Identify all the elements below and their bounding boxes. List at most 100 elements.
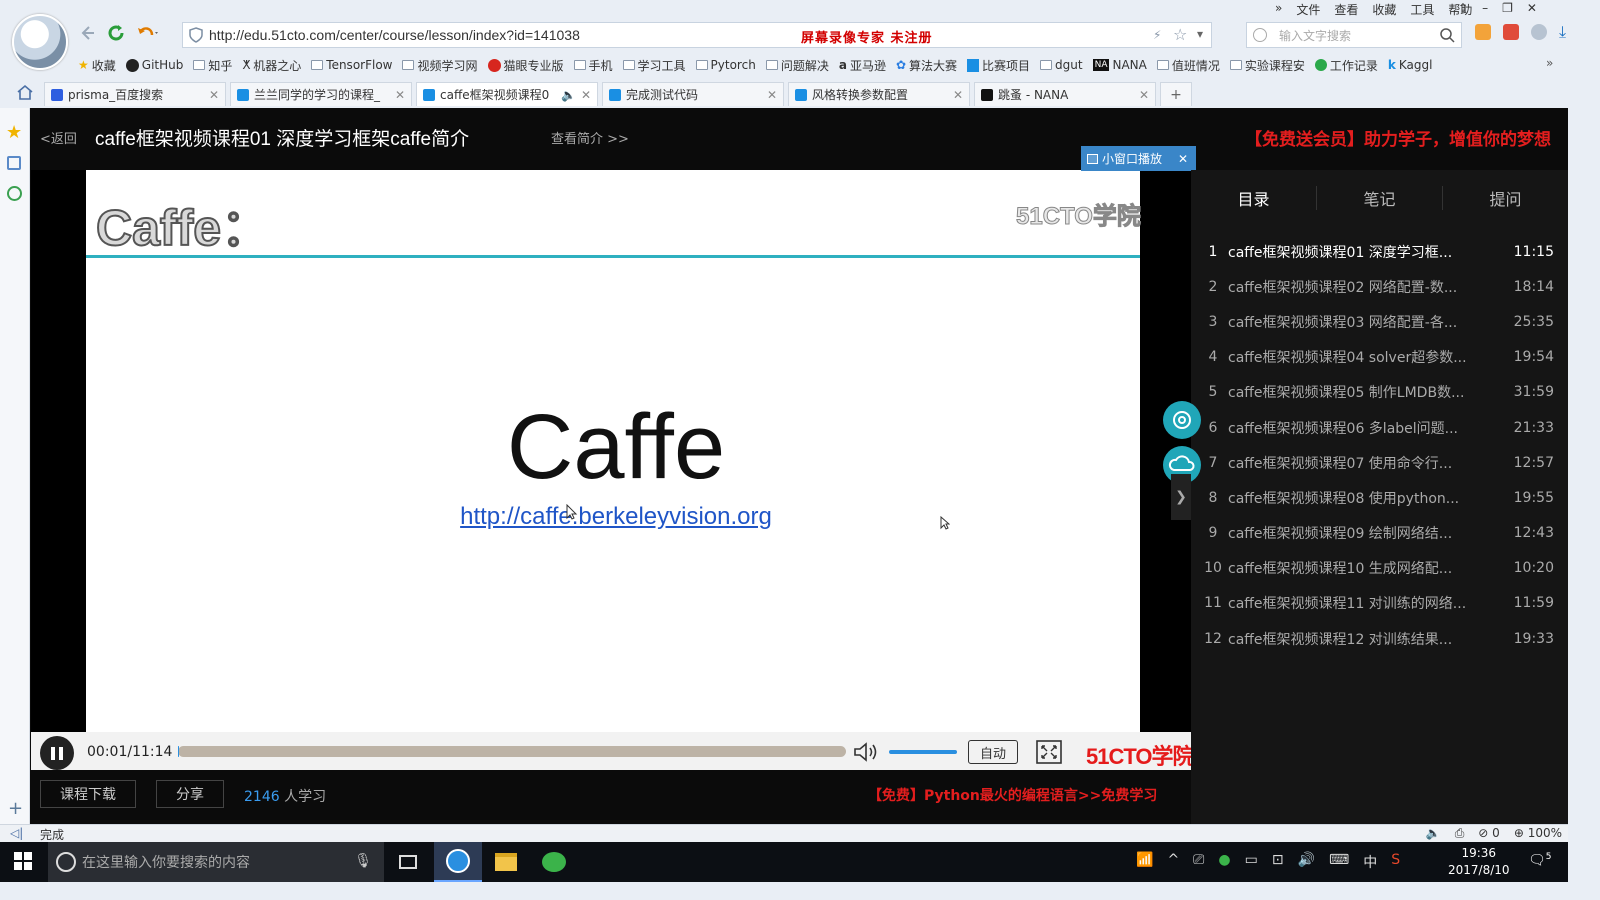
tab-prisma[interactable]: prisma_百度搜索 ✕ xyxy=(44,82,226,106)
bookmark-dgut[interactable]: dgut xyxy=(1040,58,1083,72)
bookmark-pytorch[interactable]: Pytorch xyxy=(695,58,756,72)
bookmark-competition[interactable]: 比赛项目 xyxy=(967,57,1030,74)
back-link[interactable]: <返回 xyxy=(40,128,77,147)
pause-button[interactable] xyxy=(40,736,74,770)
extension-icon[interactable] xyxy=(1475,24,1491,40)
lesson-item[interactable]: 5 caffe框架视频课程05 制作LMDB数... 31:59 xyxy=(1198,375,1560,410)
network-icon[interactable]: ⊡ xyxy=(1272,852,1284,872)
panel-collapse-icon[interactable]: ❯ xyxy=(1171,474,1191,520)
speaker-icon[interactable]: 🔈 xyxy=(1426,826,1441,841)
minimize-icon[interactable]: – xyxy=(1482,1,1488,15)
wechat-icon[interactable] xyxy=(530,842,578,882)
addon-icon[interactable] xyxy=(1503,24,1519,40)
audio-icon[interactable]: 🔈 xyxy=(561,88,576,102)
new-tab-button[interactable]: + xyxy=(1160,82,1192,106)
wifi-icon[interactable]: 📶 xyxy=(1136,852,1153,872)
bookmark-phone[interactable]: 手机 xyxy=(573,57,613,74)
view-intro-link[interactable]: 查看简介 >> xyxy=(551,128,629,147)
sogou-ime-icon[interactable]: S xyxy=(1391,852,1400,872)
tab-style-transfer[interactable]: 风格转换参数配置 ✕ xyxy=(788,82,970,106)
bookmark-worklog[interactable]: 工作记录 xyxy=(1314,57,1378,74)
mic-icon[interactable]: 🎙 xyxy=(354,853,372,869)
zoom-level[interactable]: ⊕ 100% xyxy=(1514,826,1562,841)
skin-icon[interactable]: ⇧ xyxy=(1458,1,1468,15)
lesson-item[interactable]: 10 caffe框架视频课程10 生成网络配... 10:20 xyxy=(1198,551,1560,586)
tab-notes[interactable]: 笔记 xyxy=(1317,186,1443,210)
lightning-icon[interactable]: ⚡ xyxy=(1153,28,1161,42)
bookmark-tools[interactable]: 学习工具 xyxy=(622,57,686,74)
back-icon[interactable] xyxy=(78,24,96,42)
bookmark-tensorflow[interactable]: TensorFlow xyxy=(311,58,392,72)
close-icon[interactable]: ✕ xyxy=(581,88,591,102)
quality-button[interactable]: 自动 xyxy=(968,740,1018,764)
address-bar[interactable]: http://edu.51cto.com/center/course/lesso… xyxy=(182,22,1212,48)
download-course-button[interactable]: 课程下载 xyxy=(40,780,136,808)
close-icon[interactable]: ✕ xyxy=(1178,152,1188,166)
undo-icon[interactable] xyxy=(136,24,160,42)
bookmark-duty[interactable]: 值班情况 xyxy=(1156,57,1220,74)
promo-banner-top[interactable]: 【免费送会员】助力学子，增值你的梦想 xyxy=(1245,125,1551,150)
dropdown-icon[interactable]: ▾ xyxy=(1197,27,1203,41)
task-view-icon[interactable] xyxy=(384,842,432,882)
bookmark-video[interactable]: 视频学习网 xyxy=(402,57,478,74)
history-icon[interactable] xyxy=(7,186,22,201)
user-avatar[interactable] xyxy=(12,14,68,70)
bookmark-problems[interactable]: 问题解决 xyxy=(765,57,829,74)
lesson-item[interactable]: 2 caffe框架视频课程02 网络配置-数... 18:14 xyxy=(1198,269,1560,304)
bookmark-github[interactable]: GitHub xyxy=(125,58,183,72)
reading-icon[interactable] xyxy=(7,156,21,170)
lesson-item[interactable]: 6 caffe框架视频课程06 多label问题... 21:33 xyxy=(1198,410,1560,445)
search-icon[interactable] xyxy=(1439,27,1455,43)
lesson-item[interactable]: 7 caffe框架视频课程07 使用命令行... 12:57 xyxy=(1198,445,1560,480)
lesson-item[interactable]: 11 caffe框架视频课程11 对训练的网络... 11:59 xyxy=(1198,586,1560,621)
bookmark-contest[interactable]: ✿ 算法大赛 xyxy=(896,57,957,74)
close-icon[interactable]: ✕ xyxy=(1139,88,1149,102)
close-icon[interactable]: ✕ xyxy=(209,88,219,102)
ime-indicator[interactable]: 中 xyxy=(1363,852,1377,872)
screenshot-icon[interactable]: ⎙ xyxy=(1455,826,1465,841)
download-icon[interactable]: ⤓ xyxy=(1559,24,1566,40)
bookmark-maoyan[interactable]: 猫眼专业版 xyxy=(487,57,564,74)
menu-view[interactable]: 查看 xyxy=(1334,1,1358,18)
clock[interactable]: 19:36 2017/8/10 xyxy=(1448,845,1510,879)
add-icon[interactable]: + xyxy=(8,798,23,819)
block-count[interactable]: ⊘ 0 xyxy=(1478,826,1500,841)
bookmark-amazon[interactable]: a 亚马逊 xyxy=(839,57,886,74)
volume-icon[interactable] xyxy=(852,740,880,764)
favorites-star-icon[interactable]: ★ xyxy=(6,122,22,143)
volume-tray-icon[interactable]: 🔊 xyxy=(1298,852,1315,872)
lesson-item[interactable]: 4 caffe框架视频课程04 solver超参数... 19:54 xyxy=(1198,340,1560,375)
close-icon[interactable]: ✕ xyxy=(953,88,963,102)
refresh-icon[interactable] xyxy=(106,23,126,43)
menu-more-icon[interactable]: » xyxy=(1275,1,1282,18)
battery-icon[interactable]: ▭ xyxy=(1245,852,1258,872)
windows-start-icon[interactable] xyxy=(14,852,32,870)
browser-search[interactable]: 输入文字搜索 xyxy=(1246,22,1462,48)
lesson-item[interactable]: 9 caffe框架视频课程09 绘制网络结... 12:43 xyxy=(1198,516,1560,551)
bookmark-nana[interactable]: NA NANA xyxy=(1092,58,1147,72)
sogou-browser-icon[interactable] xyxy=(434,842,482,882)
close-icon[interactable]: ✕ xyxy=(395,88,405,102)
bookmark-favorites[interactable]: ★ 收藏 xyxy=(78,57,116,74)
menu-favorites[interactable]: 收藏 xyxy=(1372,1,1396,18)
lesson-item[interactable]: 12 caffe框架视频课程12 对训练结果... 19:33 xyxy=(1198,621,1560,656)
tray-expand-icon[interactable]: ^ xyxy=(1167,852,1179,872)
mini-player-button[interactable]: 小窗口播放 ✕ xyxy=(1081,146,1196,171)
bookmarks-more-icon[interactable]: » xyxy=(1546,56,1553,70)
volume-slider[interactable] xyxy=(889,750,957,754)
bookmark-lab[interactable]: 实验课程安 xyxy=(1229,57,1305,74)
taskbar-search[interactable]: 在这里输入你要搜索的内容 🎙 xyxy=(48,842,384,882)
tab-catalog[interactable]: 目录 xyxy=(1191,186,1317,210)
star-icon[interactable]: ☆ xyxy=(1173,25,1187,44)
menu-file[interactable]: 文件 xyxy=(1296,1,1320,18)
fullscreen-icon[interactable] xyxy=(1036,740,1062,764)
home-icon[interactable] xyxy=(16,84,34,100)
tab-caffe[interactable]: caffe框架视频课程0 🔈 ✕ xyxy=(416,82,598,106)
tab-test-code[interactable]: 完成测试代码 ✕ xyxy=(602,82,784,106)
close-icon[interactable]: ✕ xyxy=(767,88,777,102)
keyboard-icon[interactable]: ⌨ xyxy=(1329,852,1349,872)
file-explorer-icon[interactable] xyxy=(482,842,530,882)
lesson-item[interactable]: 8 caffe框架视频课程08 使用python... 19:55 xyxy=(1198,480,1560,515)
bookmark-kaggle[interactable]: k Kaggl xyxy=(1388,58,1433,72)
status-left-icon[interactable]: ◁| xyxy=(10,826,23,840)
